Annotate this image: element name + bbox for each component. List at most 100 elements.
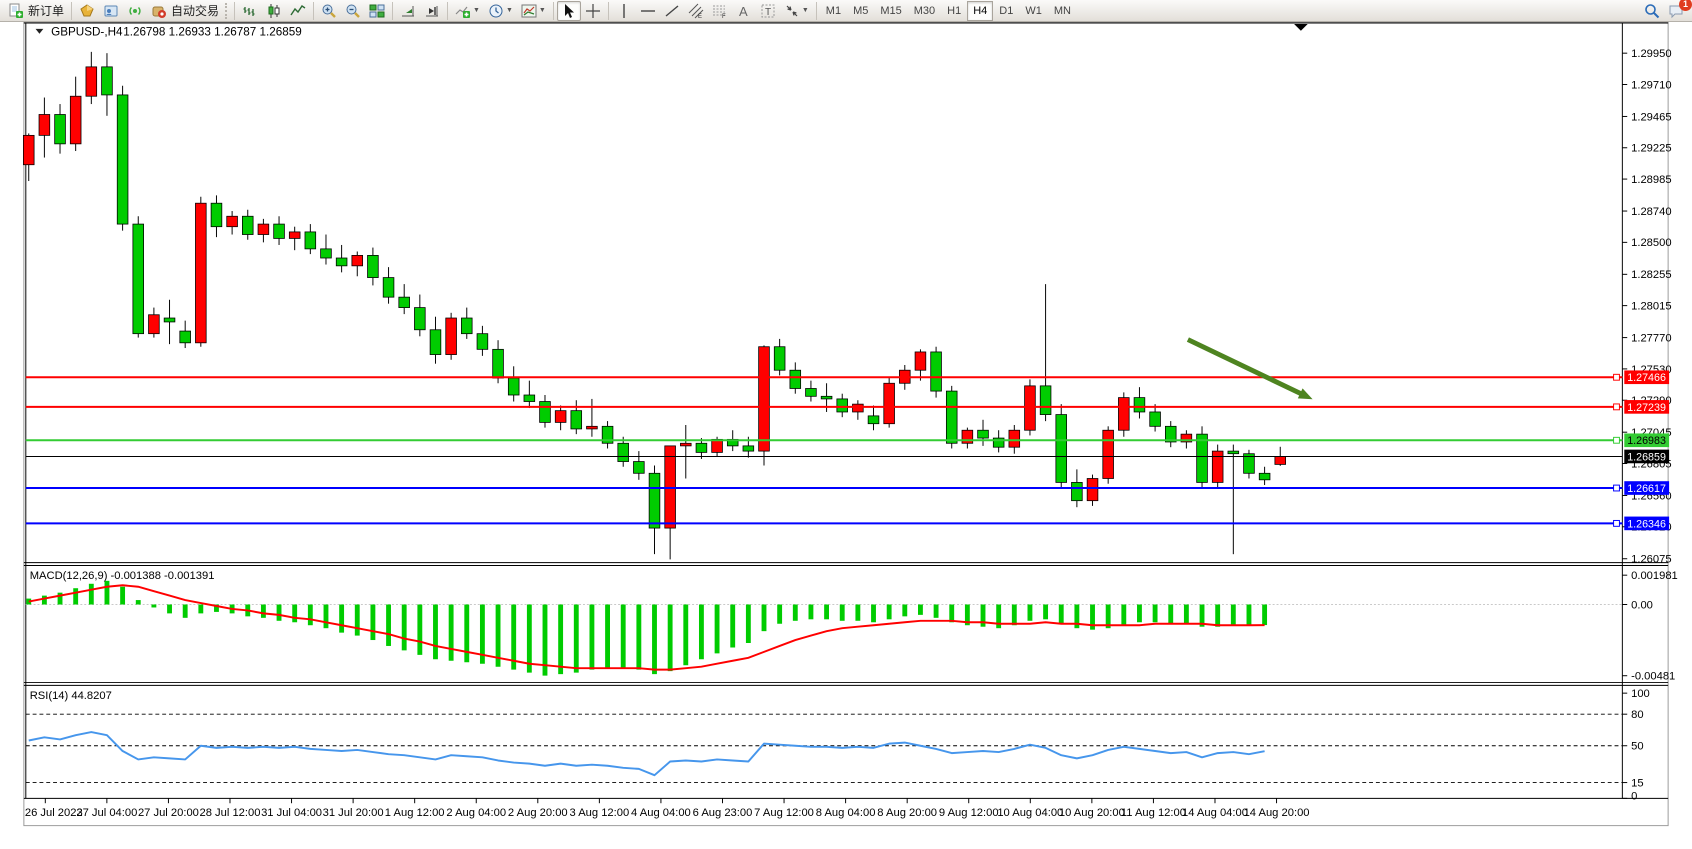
horizontal-line-icon bbox=[640, 3, 656, 19]
equidistant-channel-button[interactable]: E bbox=[684, 1, 708, 21]
search-button[interactable] bbox=[1640, 1, 1664, 21]
timeframe-button-m1[interactable]: M1 bbox=[820, 1, 847, 21]
auto-scroll-button[interactable] bbox=[396, 1, 420, 21]
candle-body bbox=[414, 308, 425, 330]
templates-button[interactable]: ▼ bbox=[517, 1, 550, 21]
candle-body bbox=[55, 114, 66, 143]
candle-body bbox=[696, 443, 707, 452]
fibonacci-icon: F bbox=[712, 3, 728, 19]
candle-body bbox=[712, 439, 723, 452]
zoom-in-button[interactable] bbox=[317, 1, 341, 21]
toolbar: 新订单 自动交易 bbox=[0, 0, 1692, 22]
arrows-button[interactable]: ▼ bbox=[780, 1, 813, 21]
timeframe-button-h4[interactable]: H4 bbox=[967, 1, 993, 21]
candle-body bbox=[884, 383, 895, 423]
vertical-line-button[interactable] bbox=[612, 1, 636, 21]
candle-body bbox=[1103, 430, 1114, 478]
price-tick-label: 1.26075 bbox=[1631, 554, 1671, 566]
candle-body bbox=[211, 203, 222, 226]
time-tick-label: 2 Aug 20:00 bbox=[508, 807, 568, 819]
search-icon bbox=[1644, 3, 1660, 19]
chat-button[interactable]: 1 bbox=[1664, 1, 1688, 21]
zoom-out-button[interactable] bbox=[341, 1, 365, 21]
autotrading-button[interactable]: 自动交易 bbox=[147, 1, 223, 21]
line-chart-button[interactable] bbox=[286, 1, 310, 21]
timeframe-button-m30[interactable]: M30 bbox=[908, 1, 941, 21]
candle-body bbox=[587, 426, 598, 429]
candle-body bbox=[242, 216, 253, 234]
time-tick-label: 9 Aug 12:00 bbox=[939, 807, 999, 819]
candle-body bbox=[1040, 386, 1051, 415]
candle-body bbox=[790, 370, 801, 388]
hline-handle[interactable] bbox=[1614, 437, 1620, 443]
chart-shift-button[interactable] bbox=[420, 1, 444, 21]
candle-body bbox=[524, 395, 535, 402]
time-tick-label: 2 Aug 04:00 bbox=[446, 807, 506, 819]
divider bbox=[608, 2, 609, 20]
bar-chart-icon bbox=[242, 3, 258, 19]
time-tick-label: 31 Jul 04:00 bbox=[261, 807, 322, 819]
candle-body bbox=[806, 388, 817, 396]
timeframe-button-d1[interactable]: D1 bbox=[993, 1, 1019, 21]
horizontal-line-button[interactable] bbox=[636, 1, 660, 21]
candle-body bbox=[446, 318, 457, 355]
candle-body bbox=[321, 249, 332, 258]
candle-body bbox=[1275, 456, 1286, 464]
timeframe-button-m5[interactable]: M5 bbox=[847, 1, 874, 21]
time-tick-label: 11 Aug 12:00 bbox=[1121, 807, 1186, 819]
time-tick-label: 7 Aug 12:00 bbox=[754, 807, 814, 819]
trendline-button[interactable] bbox=[660, 1, 684, 21]
template-icon bbox=[521, 3, 537, 19]
svg-text:A: A bbox=[739, 4, 748, 19]
candlestick-chart-button[interactable] bbox=[262, 1, 286, 21]
time-tick-label: 4 Aug 04:00 bbox=[631, 807, 691, 819]
fibonacci-button[interactable]: F bbox=[708, 1, 732, 21]
svg-text:F: F bbox=[722, 14, 726, 19]
arrows-icon bbox=[784, 3, 800, 19]
toolbar-grip bbox=[225, 3, 229, 19]
hline-handle[interactable] bbox=[1614, 374, 1620, 380]
candle-body bbox=[1118, 398, 1129, 431]
bar-chart-button[interactable] bbox=[238, 1, 262, 21]
tile-windows-button[interactable] bbox=[365, 1, 389, 21]
price-label-text: 1.26983 bbox=[1627, 435, 1666, 447]
time-tick-label: 6 Aug 23:00 bbox=[693, 807, 753, 819]
timeframe-bar: M1M5M15M30H1H4D1W1MN bbox=[820, 1, 1077, 21]
candle-body bbox=[102, 67, 113, 95]
price-label-text: 1.26859 bbox=[1627, 451, 1666, 463]
candle-body bbox=[1212, 451, 1223, 482]
time-tick-label: 26 Jul 2023 bbox=[25, 807, 83, 819]
hline-handle[interactable] bbox=[1614, 485, 1620, 491]
text-button[interactable]: A bbox=[732, 1, 756, 21]
price-tick-label: 1.29225 bbox=[1631, 143, 1671, 155]
timeframe-button-w1[interactable]: W1 bbox=[1019, 1, 1048, 21]
candle-body bbox=[39, 114, 50, 135]
timeframe-button-h1[interactable]: H1 bbox=[941, 1, 967, 21]
timeframe-button-m15[interactable]: M15 bbox=[874, 1, 907, 21]
signal-tower-icon bbox=[127, 3, 143, 19]
new-order-button[interactable]: 新订单 bbox=[4, 1, 68, 21]
text-label-button[interactable]: T bbox=[756, 1, 780, 21]
timeframe-button-mn[interactable]: MN bbox=[1048, 1, 1077, 21]
crosshair-button[interactable] bbox=[581, 1, 605, 21]
hline-handle[interactable] bbox=[1614, 404, 1620, 410]
candle-body bbox=[962, 430, 973, 443]
cursor-button[interactable] bbox=[557, 1, 581, 21]
divider bbox=[447, 2, 448, 20]
signals-button[interactable] bbox=[123, 1, 147, 21]
chart-ohlc-readout: 1.26798 1.26933 1.26787 1.26859 bbox=[123, 26, 302, 39]
profile-window-icon bbox=[103, 3, 119, 19]
periods-button[interactable]: ▼ bbox=[484, 1, 517, 21]
crosshair-icon bbox=[585, 3, 601, 19]
price-label-text: 1.26617 bbox=[1627, 483, 1666, 495]
hline-handle[interactable] bbox=[1614, 520, 1620, 526]
indicators-button[interactable]: ▼ bbox=[451, 1, 484, 21]
market-button[interactable] bbox=[75, 1, 99, 21]
candle-body bbox=[555, 411, 566, 423]
time-tick-label: 10 Aug 20:00 bbox=[1059, 807, 1125, 819]
price-tick-label: 1.28500 bbox=[1631, 237, 1671, 249]
candle-body bbox=[274, 224, 285, 238]
community-button[interactable] bbox=[99, 1, 123, 21]
candle-body bbox=[680, 443, 691, 446]
candle-body bbox=[227, 216, 238, 226]
